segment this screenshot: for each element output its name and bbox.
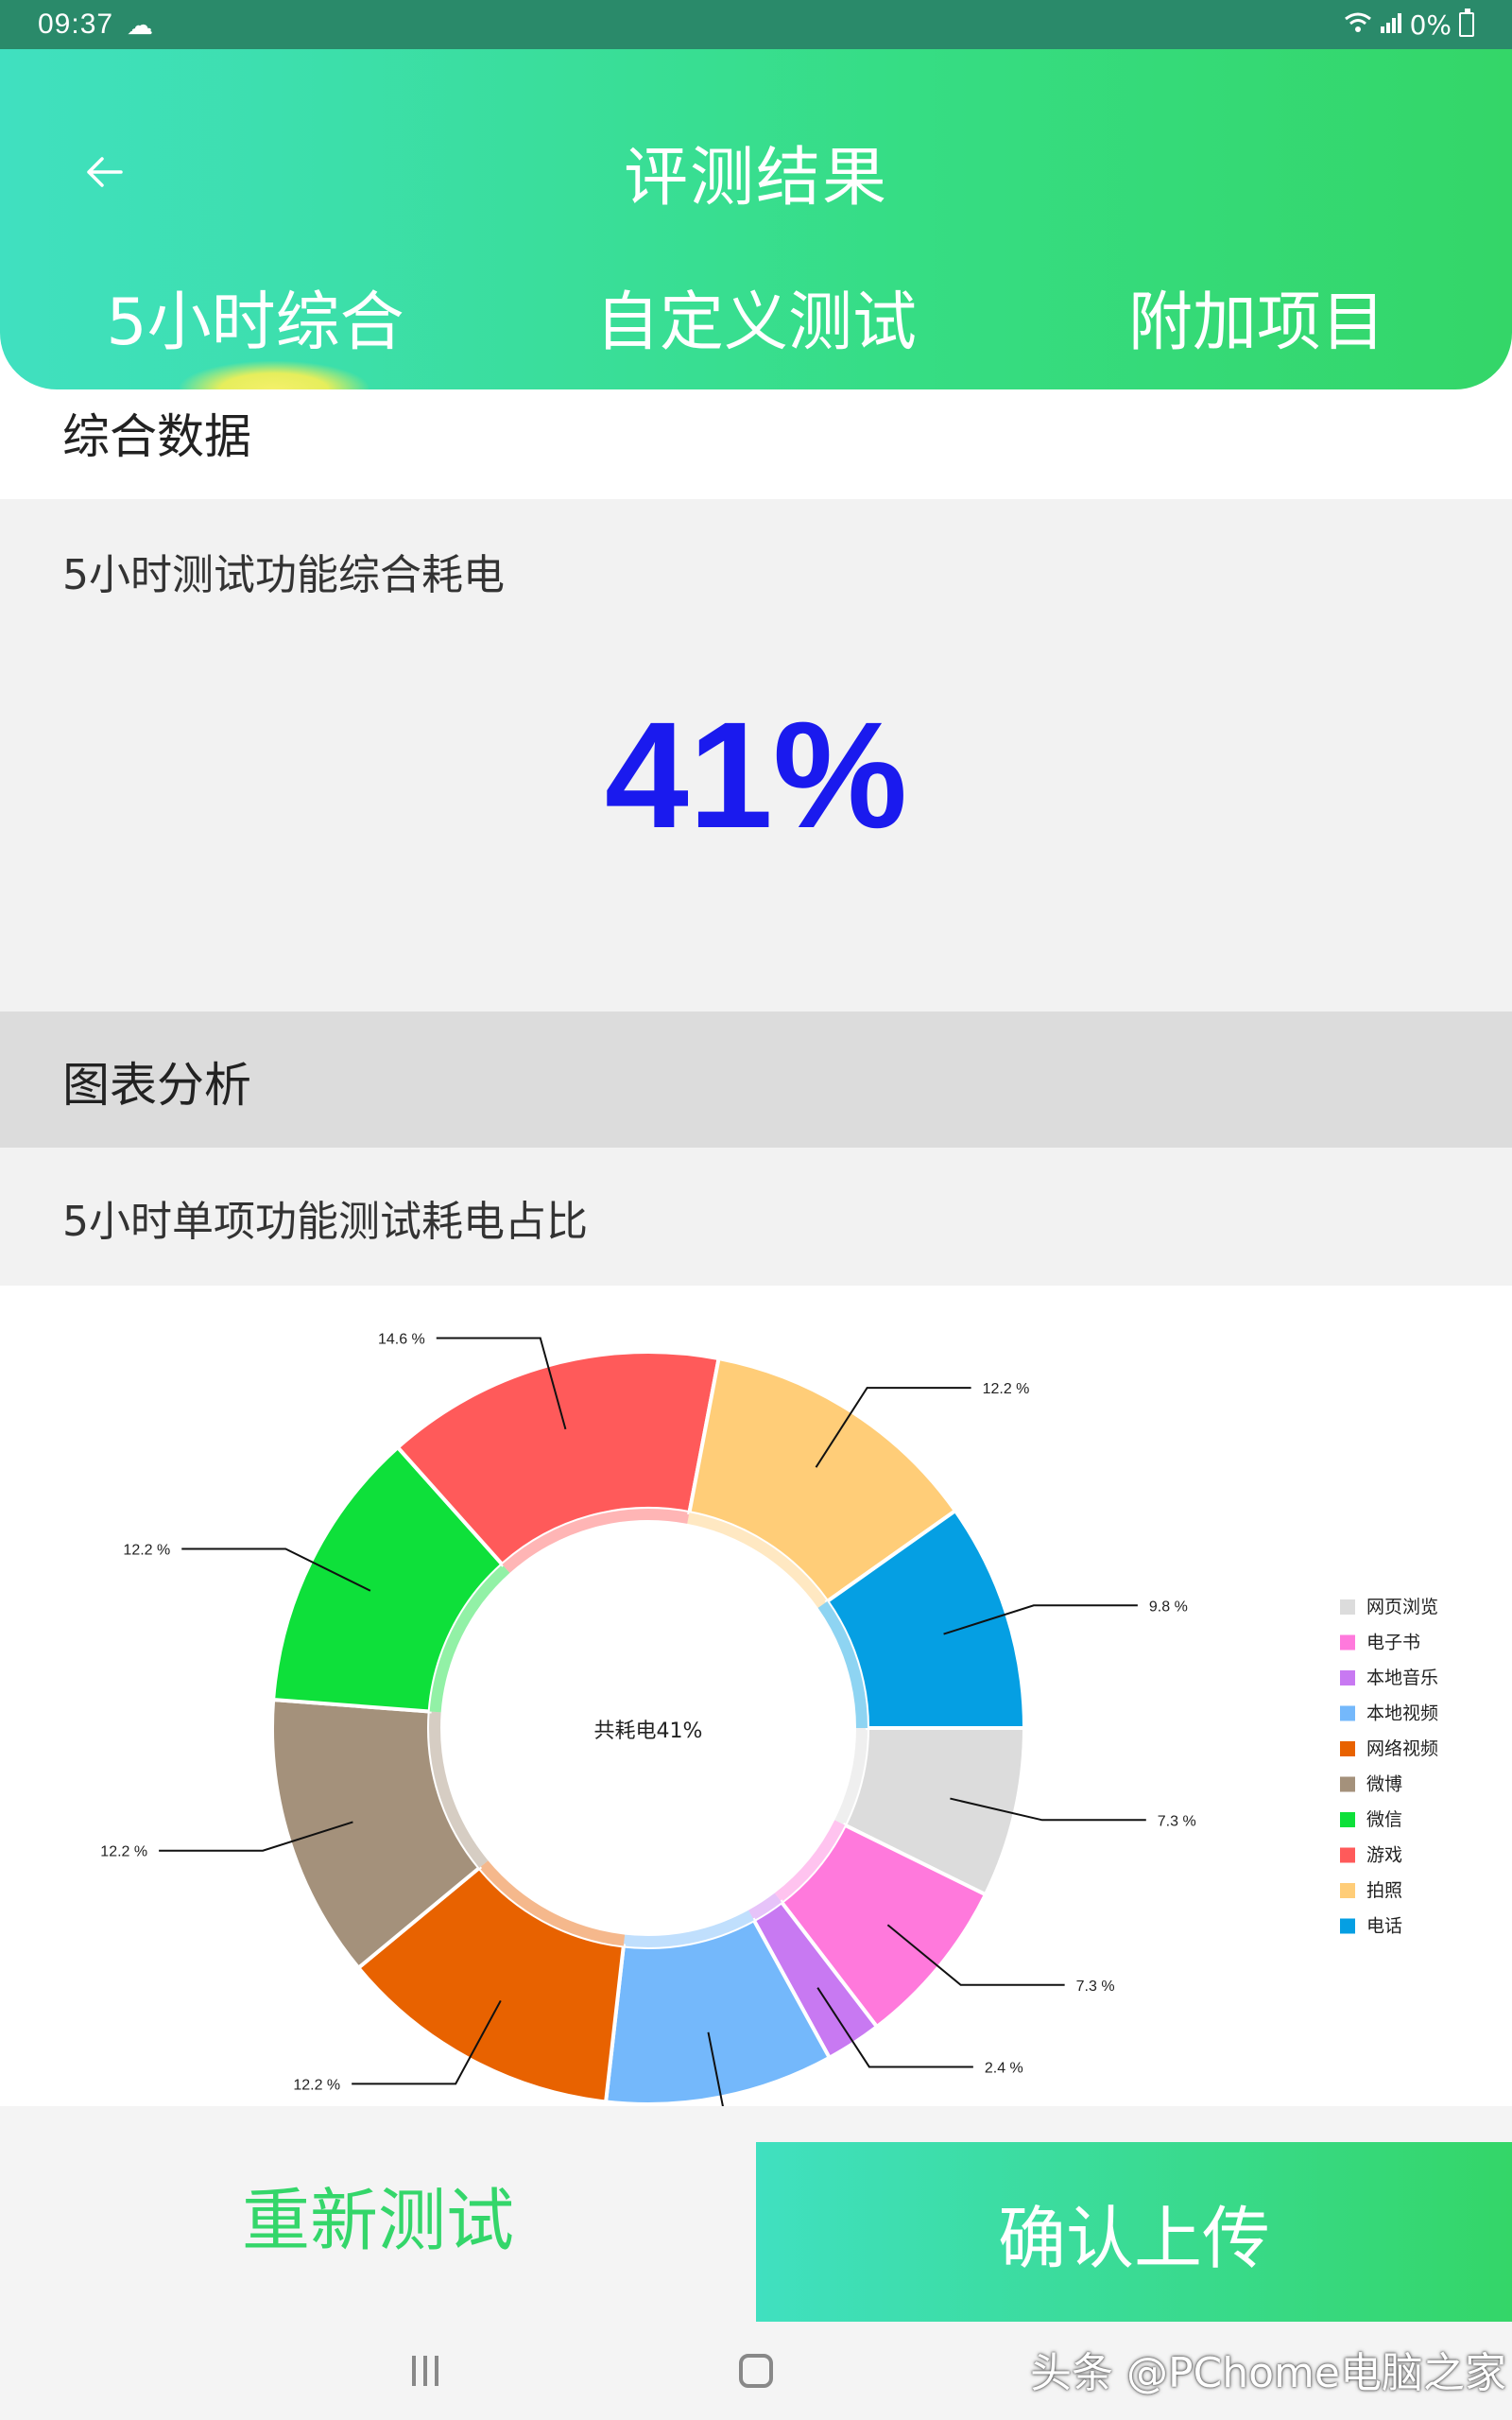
- donut-chart: 7.3 % 7.3 % 2.4 % 9.8 % 12.2 % 12.2 % 12.2 % 14…: [100, 1332, 1438, 2106]
- tab-indicator: [180, 361, 369, 389]
- slice-value-label: 12.2 %: [100, 1844, 147, 1860]
- signal-icon: [1380, 9, 1402, 41]
- page-title: 评测结果: [623, 141, 888, 216]
- legend-swatch: [1340, 1599, 1355, 1615]
- legend-swatch: [1340, 1776, 1355, 1792]
- legend-label: 微博: [1366, 1774, 1402, 1795]
- chart-subtitle: 5小时单项功能测试耗电占比: [62, 1198, 588, 1246]
- slice-value-label: 7.3 %: [1076, 1979, 1115, 1995]
- tab-bar: 5小时综合 自定义测试 附加项目: [0, 276, 1512, 371]
- legend-label: 网页浏览: [1366, 1597, 1438, 1617]
- legend-label: 电话: [1366, 1916, 1402, 1937]
- slice-value-label: 12.2 %: [983, 1381, 1030, 1397]
- home-icon[interactable]: [737, 2352, 775, 2390]
- donut-center-label: 共耗电41%: [594, 1720, 703, 1743]
- status-icons: 0%: [1344, 9, 1474, 41]
- chart-section-heading: 图表分析: [0, 1011, 1512, 1148]
- slice-value-label: 7.3 %: [1158, 1813, 1196, 1829]
- weather-icon: ☁: [127, 9, 154, 41]
- legend-label: 本地视频: [1366, 1703, 1438, 1724]
- legend-swatch: [1340, 1741, 1355, 1756]
- recent-apps-icon[interactable]: [397, 2350, 454, 2392]
- overall-subtitle: 5小时测试功能综合耗电: [62, 551, 505, 599]
- legend-label: 网络视频: [1366, 1738, 1438, 1759]
- slice-value-label: 9.8 %: [1149, 1599, 1188, 1615]
- tab-5h-overall[interactable]: 5小时综合: [57, 276, 454, 371]
- overall-heading-text: 综合数据: [62, 409, 251, 464]
- overall-consumption-value: 41%: [604, 690, 908, 859]
- slice-value-label: 2.4 %: [985, 2060, 1023, 2076]
- confirm-upload-button[interactable]: 确认上传: [756, 2142, 1512, 2322]
- legend-label: 本地音乐: [1366, 1668, 1438, 1688]
- legend-label: 游戏: [1366, 1845, 1402, 1866]
- legend-swatch: [1340, 1883, 1355, 1898]
- donut-chart-area: 7.3 % 7.3 % 2.4 % 9.8 % 12.2 % 12.2 % 12.2 % 14…: [0, 1286, 1512, 2106]
- slice-value-label: 14.6 %: [378, 1332, 425, 1348]
- legend-swatch: [1340, 1634, 1355, 1651]
- status-bar: 09:37 ☁ 0%: [0, 0, 1512, 49]
- wifi-icon: [1344, 9, 1372, 41]
- tab-extra-items[interactable]: 附加项目: [1077, 276, 1436, 371]
- retest-button[interactable]: 重新测试: [0, 2106, 756, 2322]
- legend-label: 拍照: [1366, 1880, 1402, 1901]
- legend-swatch: [1340, 1670, 1355, 1685]
- chart-subtitle-bar: 5小时单项功能测试耗电占比: [0, 1148, 1512, 1286]
- battery-percent: 0%: [1409, 9, 1452, 41]
- legend-swatch: [1340, 1847, 1355, 1863]
- watermark-text: 头条 @PChome电脑之家: [1030, 2349, 1506, 2397]
- slice-value-label: 12.2 %: [123, 1542, 170, 1558]
- legend-label: 电子书: [1366, 1633, 1420, 1653]
- slice-value-label: 12.2 %: [293, 2077, 340, 2093]
- bottom-button-bar: 重新测试 确认上传: [0, 2106, 1512, 2322]
- system-nav-bar: 头条 @PChome电脑之家: [0, 2322, 1512, 2420]
- header: 评测结果 5小时综合 自定义测试 附加项目: [0, 49, 1512, 389]
- legend-swatch: [1340, 1812, 1355, 1827]
- overall-section-heading: 综合数据: [0, 389, 1512, 499]
- status-time: 09:37: [38, 9, 114, 40]
- tab-custom-test[interactable]: 自定义测试: [548, 276, 964, 371]
- battery-icon: [1459, 9, 1474, 37]
- chart-heading-text: 图表分析: [62, 1058, 251, 1113]
- legend-label: 微信: [1366, 1809, 1402, 1830]
- overall-panel: 5小时测试功能综合耗电 41%: [0, 499, 1512, 1011]
- legend-swatch: [1340, 1705, 1355, 1721]
- legend-swatch: [1340, 1918, 1355, 1934]
